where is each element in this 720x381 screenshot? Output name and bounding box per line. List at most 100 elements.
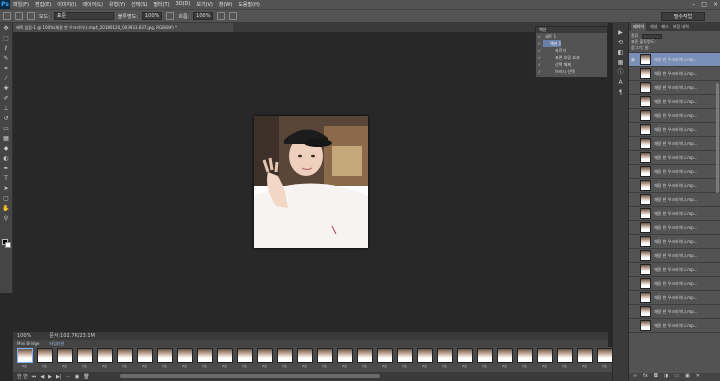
timeline-frame[interactable]: 0초: [296, 348, 313, 370]
action-row[interactable]: ✓ 선택 해제: [536, 61, 607, 68]
layer-name[interactable]: 채용 한 우크라이나.mp...: [654, 85, 698, 91]
frame-delay[interactable]: 0초: [562, 364, 567, 368]
frame-delay[interactable]: 0초: [342, 364, 347, 368]
tab-mini-bridge[interactable]: Mini Bridge: [17, 340, 40, 347]
layer-name[interactable]: 채용 한 우크라이나.mp...: [654, 295, 698, 301]
folder-icon[interactable]: ▭: [674, 373, 679, 381]
info-icon[interactable]: ⓘ: [617, 69, 625, 77]
frame-delay[interactable]: 0초: [422, 364, 427, 368]
clone-stamp-tool-icon[interactable]: ⊥: [2, 105, 10, 113]
menu-item[interactable]: 보기(V): [193, 1, 216, 8]
delete-frame-icon[interactable]: 🗑: [83, 374, 89, 380]
frame-delay[interactable]: 0초: [442, 364, 447, 368]
layer-row[interactable]: 채용 한 우크라이나.mp...: [629, 179, 720, 193]
brush-size-icon[interactable]: [15, 12, 23, 20]
move-tool-icon[interactable]: ✥: [2, 25, 10, 33]
layer-row[interactable]: 채용 한 우크라이나.mp...: [629, 263, 720, 277]
timeline-frame[interactable]: 0초: [576, 348, 593, 370]
brush-preset-icon[interactable]: [3, 12, 11, 20]
frame-delay[interactable]: 0초: [262, 364, 267, 368]
canvas-area[interactable]: [13, 32, 608, 332]
layer-name[interactable]: 채용 한 우크라이나.mp...: [654, 99, 698, 105]
action-row[interactable]: ✓ 표면 흐림 효과: [536, 54, 607, 61]
layer-name[interactable]: 채용 한 우크라이나.mp...: [654, 113, 698, 119]
history-brush-tool-icon[interactable]: ↺: [2, 115, 10, 123]
frame-delay[interactable]: 0초: [322, 364, 327, 368]
frame-delay[interactable]: 0초: [142, 364, 147, 368]
layer-name[interactable]: 채용 한 우크라이나.mp...: [654, 267, 698, 273]
new-layer-icon[interactable]: ▣: [685, 373, 690, 381]
timeline-frame[interactable]: 0초: [536, 348, 553, 370]
timeline-frame[interactable]: 0초: [56, 348, 73, 370]
kind-select[interactable]: 종류: [631, 33, 638, 38]
color-icon[interactable]: ◧: [617, 49, 625, 57]
layer-name[interactable]: 채용 한 우크라이나.mp...: [654, 57, 698, 63]
character-icon[interactable]: A: [617, 79, 625, 87]
history-icon[interactable]: ⟲: [617, 39, 625, 47]
frame-delay[interactable]: 0초: [402, 364, 407, 368]
check-icon[interactable]: ✓: [536, 54, 543, 61]
frame-delay[interactable]: 0초: [602, 364, 607, 368]
opacity-input[interactable]: 100%: [141, 12, 163, 20]
trash-icon[interactable]: ✕: [696, 373, 700, 381]
paragraph-icon[interactable]: ¶: [617, 89, 625, 97]
crop-tool-icon[interactable]: ⌗: [2, 65, 10, 73]
tab-layers[interactable]: 레이어: [631, 23, 647, 31]
frame-delay[interactable]: 0초: [42, 364, 47, 368]
frame-delay[interactable]: 0초: [462, 364, 467, 368]
timeline-frame[interactable]: 0초: [76, 348, 93, 370]
timeline-frame[interactable]: 0초: [396, 348, 413, 370]
tab-channels[interactable]: 채널: [650, 23, 657, 31]
layer-row[interactable]: 채용 한 우크라이나.mp...: [629, 235, 720, 249]
zoom-tool-icon[interactable]: ⚲: [2, 215, 10, 223]
layer-row[interactable]: 채용 한 우크라이나.mp...: [629, 123, 720, 137]
timeline-frame[interactable]: 0초: [596, 348, 613, 370]
pressure-size-icon[interactable]: [229, 12, 238, 20]
hand-tool-icon[interactable]: ✋: [2, 205, 10, 213]
layer-row[interactable]: 채용 한 우크라이나.mp...: [629, 249, 720, 263]
layer-name[interactable]: 채용 한 우크라이나.mp...: [654, 211, 698, 217]
frame-delay[interactable]: 0초: [62, 364, 67, 368]
timeline-frame[interactable]: 0초: [436, 348, 453, 370]
link-icon[interactable]: ∞: [633, 373, 637, 381]
frame-delay[interactable]: 0초: [162, 364, 167, 368]
eyedropper-tool-icon[interactable]: ⁄: [2, 75, 10, 83]
frame-delay[interactable]: 0초: [542, 364, 547, 368]
frame-delay[interactable]: 0초: [282, 364, 287, 368]
eraser-tool-icon[interactable]: ▭: [2, 125, 10, 133]
layer-name[interactable]: 채용 한 우크라이나.mp...: [654, 197, 698, 203]
lasso-tool-icon[interactable]: ℓ: [2, 45, 10, 53]
layer-name[interactable]: 채용 한 우크라이나.mp...: [654, 323, 698, 329]
timeline-frame[interactable]: 0초: [36, 348, 53, 370]
menu-item[interactable]: 파일(F): [10, 1, 32, 8]
timeline-frame[interactable]: 0초: [316, 348, 333, 370]
layer-row[interactable]: 채용 한 우크라이나.mp...: [629, 193, 720, 207]
timeline-frame[interactable]: 0초: [376, 348, 393, 370]
menu-item[interactable]: 레이어(L): [79, 1, 106, 8]
tab-timeline[interactable]: 타임라인: [50, 340, 65, 347]
frame-delay[interactable]: 0초: [522, 364, 527, 368]
prev-frame-icon[interactable]: ◀: [40, 374, 44, 380]
document-tab[interactable]: 제목 없음-1 @ 100%(채용 한 우크라이나.mp4_20180120_0…: [13, 23, 233, 32]
frame-delay[interactable]: 0초: [122, 364, 127, 368]
timeline-frame[interactable]: 0초: [336, 348, 353, 370]
next-frame-icon[interactable]: ▶|: [56, 374, 62, 380]
color-swatches[interactable]: [2, 239, 11, 248]
path-select-tool-icon[interactable]: ➤: [2, 185, 10, 193]
layer-row[interactable]: 채용 한 우크라이나.mp...: [629, 151, 720, 165]
menu-item[interactable]: 필터(T): [150, 1, 172, 8]
frame-delay[interactable]: 0초: [202, 364, 207, 368]
timeline-frame[interactable]: 0초: [356, 348, 373, 370]
dodge-tool-icon[interactable]: ◐: [2, 155, 10, 163]
frame-delay[interactable]: 0초: [102, 364, 107, 368]
layer-row[interactable]: 채용 한 우크라이나.mp...: [629, 165, 720, 179]
play-icon[interactable]: ▶: [48, 374, 52, 380]
layer-row[interactable]: 채용 한 우크라이나.mp...: [629, 305, 720, 319]
swatches-icon[interactable]: ▦: [617, 59, 625, 67]
timeline-frame[interactable]: 0초: [236, 348, 253, 370]
menu-item[interactable]: 편집(E): [32, 1, 54, 8]
frame-delay[interactable]: 0초: [362, 364, 367, 368]
frame-delay[interactable]: 0초: [82, 364, 87, 368]
layer-name[interactable]: 채용 한 우크라이나.mp...: [654, 71, 698, 77]
tween-icon[interactable]: ⋯: [66, 374, 71, 380]
